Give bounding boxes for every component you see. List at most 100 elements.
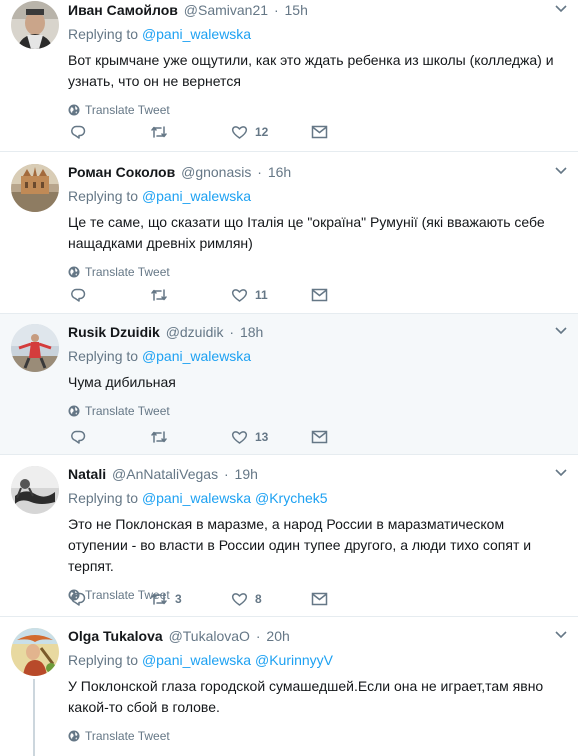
mention-link[interactable]: @pani_walewska [142,490,251,506]
translate-tweet-button[interactable]: Translate Tweet [68,402,566,420]
heart-icon [231,126,248,139]
translate-label: Translate Tweet [85,729,170,743]
tweet-header: Rusik Dzuidik @dzuidik · 18h [68,322,566,342]
tweet[interactable]: Olga Tukalova @TukalovaO · 20h Replying … [0,617,578,756]
globe-icon [68,405,80,417]
retweet-icon [151,593,167,605]
chevron-down-icon[interactable] [552,162,570,180]
username[interactable]: @Samivan21 [184,2,268,18]
like-button[interactable]: 11 [231,284,268,306]
replying-to-label: Replying to [68,490,139,506]
tweet[interactable]: Иван Самойлов @Samivan21 · 15h Replying … [0,0,578,152]
avatar[interactable] [11,324,59,372]
tweet-header: Иван Самойлов @Samivan21 · 15h [68,0,566,20]
like-button[interactable]: 12 [231,121,268,143]
like-count: 12 [255,125,269,139]
globe-icon [68,730,80,742]
envelope-icon [311,592,328,606]
tweet-text: Вот крымчане уже ощутили, как это ждать … [68,52,554,89]
timestamp[interactable]: 19h [235,466,258,482]
tweet-header: Olga Tukalova @TukalovaO · 20h [68,626,566,646]
tweet-text: Чума дибильная [68,374,176,390]
avatar[interactable] [11,628,59,676]
mention-link[interactable]: @pani_walewska [142,188,251,204]
retweet-button[interactable] [150,121,175,143]
like-count: 11 [255,288,268,302]
like-button[interactable]: 13 [231,426,268,448]
tweet-text: У Поклонской глаза городской сумашедшей.… [68,678,544,715]
timestamp[interactable]: 18h [240,324,263,340]
direct-message-button[interactable] [311,121,328,143]
avatar[interactable] [11,466,59,514]
envelope-icon [311,288,328,302]
mention-link[interactable]: @pani_walewska [142,348,251,364]
retweet-icon [151,431,167,443]
timestamp[interactable]: 20h [266,628,289,644]
fullname[interactable]: Роман Соколов [68,164,175,180]
tweet-text: Это не Поклонская в маразме, а народ Рос… [68,516,532,574]
reply-icon [71,288,86,302]
like-count: 13 [255,430,269,444]
chevron-down-icon[interactable] [552,0,570,18]
chevron-down-icon[interactable] [552,464,570,482]
tweet-actions: 3 8 [68,588,368,610]
tweet[interactable]: Natali @AnNataliVegas · 19h Replying to … [0,455,578,617]
reply-button[interactable] [70,284,93,306]
mention-link[interactable]: @Krychek5 [255,490,328,506]
translate-tweet-button[interactable]: Translate Tweet [68,101,566,119]
heart-icon [231,289,248,302]
tweet[interactable]: Rusik Dzuidik @dzuidik · 18h Replying to… [0,314,578,455]
replying-to: Replying to @pani_walewska @Krychek5 [68,488,566,508]
avatar[interactable] [11,1,59,49]
translate-label: Translate Tweet [85,103,170,117]
tweet-header: Роман Соколов @gnonasis · 16h [68,162,566,182]
tweet-text: Це те саме, що сказати що Італія це "окр… [68,214,545,251]
chevron-down-icon[interactable] [552,626,570,644]
mention-link[interactable]: @KurinnyyV [255,652,333,668]
retweet-count: 3 [175,592,182,606]
timestamp[interactable]: 15h [285,2,308,18]
direct-message-button[interactable] [311,426,328,448]
username[interactable]: @gnonasis [181,164,251,180]
separator-dot: · [257,164,262,180]
replying-to: Replying to @pani_walewska @KurinnyyV [68,650,566,670]
username[interactable]: @dzuidik [166,324,224,340]
retweet-button[interactable] [150,426,175,448]
separator-dot: · [273,2,279,18]
fullname[interactable]: Rusik Dzuidik [68,324,160,340]
translate-tweet-button[interactable]: Translate Tweet [68,727,566,745]
retweet-button[interactable] [150,284,175,306]
timestamp[interactable]: 16h [268,164,291,180]
replying-to: Replying to @pani_walewska [68,186,566,206]
reply-button[interactable] [70,426,93,448]
heart-icon [231,431,248,444]
separator-dot: · [229,324,235,340]
fullname[interactable]: Natali [68,466,106,482]
mention-link[interactable]: @pani_walewska [142,26,251,42]
direct-message-button[interactable] [311,588,328,610]
avatar[interactable] [11,164,59,212]
replying-to-label: Replying to [68,188,139,204]
retweet-button[interactable]: 3 [150,588,182,610]
mention-link[interactable]: @pani_walewska [142,652,251,668]
like-count: 8 [255,592,262,606]
reply-button[interactable] [70,121,93,143]
like-button[interactable]: 8 [231,588,262,610]
username[interactable]: @TukalovaO [169,628,250,644]
retweet-icon [151,289,167,301]
envelope-icon [311,430,328,444]
translate-tweet-button[interactable]: Translate Tweet [68,263,566,281]
fullname[interactable]: Иван Самойлов [68,2,178,18]
replying-to: Replying to @pani_walewska [68,24,566,44]
tweet[interactable]: Роман Соколов @gnonasis · 16h Replying t… [0,152,578,314]
reply-button[interactable] [70,588,93,610]
reply-icon [71,592,86,606]
direct-message-button[interactable] [311,284,328,306]
replies-timeline: Иван Самойлов @Samivan21 · 15h Replying … [0,0,578,756]
chevron-down-icon[interactable] [552,322,570,340]
fullname[interactable]: Olga Tukalova [68,628,163,644]
tweet-actions: 12 [68,121,368,143]
username[interactable]: @AnNataliVegas [112,466,218,482]
globe-icon [68,266,80,278]
replying-to-label: Replying to [68,348,139,364]
